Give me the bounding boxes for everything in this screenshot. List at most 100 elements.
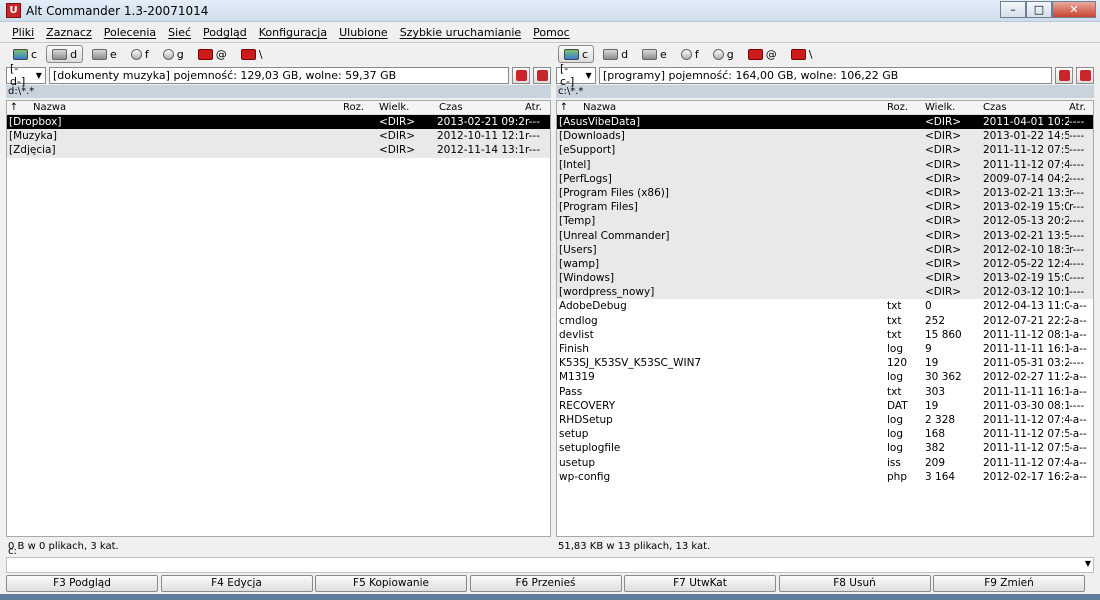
drive-button[interactable]: f [126,45,154,63]
file-size: <DIR> [925,116,962,128]
column-time[interactable]: Czas [979,101,1069,114]
file-row[interactable]: cmdlog txt 252 2012-07-21 22:22 -a-- [557,314,1093,328]
file-row[interactable]: [PerfLogs] <DIR> 2009-07-14 04:20 ---- [557,171,1093,186]
file-row[interactable]: Finish log 9 2011-11-11 16:10 -a-- [557,342,1093,356]
column-attr[interactable]: Atr. [1069,101,1093,114]
file-row[interactable]: [Muzyka] <DIR> 2012-10-11 12:19 r--- [7,129,550,144]
file-row[interactable]: wp-config php 3 164 2012-02-17 16:23 -a-- [557,470,1093,484]
sort-indicator[interactable]: ↑ [7,101,21,114]
chevron-down-icon: ▼ [585,70,592,80]
drive-button[interactable]: d [46,45,84,63]
file-row[interactable]: [eSupport] <DIR> 2011-11-12 07:56 ---- [557,143,1093,158]
drive-button[interactable]: \ [236,45,268,63]
drive-button[interactable]: \ [786,45,818,63]
column-size[interactable]: Wielk. [379,101,433,114]
drive-label: f [144,47,149,61]
column-name[interactable]: Nazwa [21,101,343,114]
history-button[interactable] [533,66,551,84]
file-row[interactable]: devlist txt 15 860 2011-11-12 08:10 -a-- [557,328,1093,342]
path-bar: [-d-] ▼ [dokumenty muzyka] pojemność: 12… [6,62,551,88]
file-row[interactable]: [Users] <DIR> 2012-02-10 18:35 r--- [557,242,1093,257]
function-key-button[interactable]: F9 Zmień [933,575,1085,592]
file-ext: txt [887,314,902,327]
sort-indicator[interactable]: ↑ [557,101,571,114]
function-key-button[interactable]: F6 Przenieś [469,575,622,592]
file-ext [887,285,925,299]
chevron-down-icon[interactable]: ▼ [1085,559,1091,568]
file-list[interactable]: ↑ Nazwa Roz. Wielk. Czas Atr. [AsusVibeD… [556,100,1094,537]
column-size[interactable]: Wielk. [925,101,979,114]
menu-item[interactable]: Polecenia [98,23,162,42]
menu-item[interactable]: Szybkie uruchamianie [394,23,527,42]
file-row[interactable]: [Dropbox] <DIR> 2013-02-21 09:26 r--- [7,115,550,130]
file-row[interactable]: [wordpress_nowy] <DIR> 2012-03-12 10:14 ---… [557,285,1093,300]
function-key-button[interactable]: F4 Edycja [160,575,313,592]
file-size: <DIR> [925,257,962,270]
file-row[interactable]: [AsusVibeData] <DIR> 2011-04-01 10:22 ---- [557,115,1093,130]
menu-item[interactable]: Ulubione [333,23,394,42]
menu-item[interactable]: Sieć [162,23,197,42]
column-ext[interactable]: Roz. [887,101,925,114]
favorites-button[interactable] [512,66,530,84]
close-button[interactable]: ✕ [1052,1,1096,18]
file-time: 2012-07-21 22:22 [983,314,1069,327]
drive-combo[interactable]: [-d-] ▼ [6,62,46,88]
file-size: <DIR> [925,272,962,285]
optical-drive-icon [130,48,142,60]
command-line-input[interactable]: ▼ [6,557,1094,573]
file-row[interactable]: [Program Files (x86)] <DIR> 2013-02-21 13:… [557,185,1093,201]
file-row[interactable]: [wamp] <DIR> 2012-05-22 12:47 ---- [557,256,1093,272]
file-row[interactable]: setuplogfile log 382 2011-11-12 07:56 -a-- [557,441,1093,455]
file-attr: -a-- [1069,470,1087,483]
drive-button[interactable]: d [598,45,633,63]
file-row[interactable]: [Intel] <DIR> 2011-11-12 07:43 ---- [557,157,1093,172]
menu-item[interactable]: Zaznacz [40,23,98,42]
column-time[interactable]: Czas [433,101,525,114]
file-row[interactable]: RHDSetup log 2 328 2011-11-12 07:46 -a-- [557,413,1093,427]
history-button[interactable] [1076,66,1094,84]
drive-button[interactable]: g [708,45,739,63]
drive-button[interactable]: f [676,45,704,63]
drive-button[interactable]: @ [193,45,232,63]
minimize-button[interactable]: – [1000,1,1026,18]
column-attr[interactable]: Atr. [525,101,549,114]
file-attr: r--- [1069,186,1085,199]
menu-item[interactable]: Pliki [6,23,40,42]
file-row[interactable]: M1319 log 30 362 2012-02-27 11:26 -a-- [557,370,1093,384]
file-row[interactable]: setup log 168 2011-11-12 07:54 -a-- [557,427,1093,441]
drive-button[interactable]: c [8,45,42,63]
file-ext: log [887,343,904,355]
menu-item[interactable]: Pomoc [527,23,575,42]
drive-combo[interactable]: [-c-] ▼ [556,62,596,88]
file-row[interactable]: [Zdjęcia] <DIR> 2012-11-14 13:11 r--- [7,143,550,158]
function-key-button[interactable]: F8 Usuń [778,575,931,592]
drive-button[interactable]: e [637,45,672,63]
column-ext[interactable]: Roz. [343,101,379,114]
drive-button[interactable]: @ [743,45,782,63]
file-ext [343,129,379,143]
column-name[interactable]: Nazwa [571,101,887,114]
drive-button[interactable]: g [158,45,189,63]
function-key-button[interactable]: F5 Kopiowanie [315,575,467,592]
file-row[interactable]: usetup iss 209 2011-11-12 07:48 -a-- [557,456,1093,470]
file-ext: txt [887,385,902,398]
maximize-button[interactable]: □ [1026,1,1052,18]
file-row[interactable]: Pass txt 303 2011-11-11 16:11 -a-- [557,385,1093,399]
file-row[interactable]: AdobeDebug txt 0 2012-04-13 11:01 -a-- [557,299,1093,313]
drive-button[interactable]: c [558,45,595,63]
function-key-button[interactable]: F3 Podgląd [6,575,158,592]
favorites-button[interactable] [1055,66,1073,84]
file-size: 0 [925,300,932,313]
file-row[interactable]: K53SJ_K53SV_K53SC_WIN7 120 19 2011-05-31 03… [557,356,1093,370]
menu-item[interactable]: Konfiguracja [253,23,333,42]
file-list[interactable]: ↑ Nazwa Roz. Wielk. Czas Atr. [Dropbox] <… [6,100,551,537]
drive-button[interactable]: e [87,45,122,63]
file-row[interactable]: [Downloads] <DIR> 2013-01-22 14:57 ---- [557,129,1093,144]
menu-item[interactable]: Podgląd [197,23,253,42]
file-row[interactable]: [Program Files] <DIR> 2013-02-19 15:04 r--- [557,200,1093,215]
file-row[interactable]: [Unreal Commander] <DIR> 2013-02-21 13:52-… [557,228,1093,243]
file-row[interactable]: [Windows] <DIR> 2013-02-19 15:08 ---- [557,271,1093,286]
function-key-button[interactable]: F7 UtwKat [624,575,776,592]
file-row[interactable]: RECOVERY DAT 19 2011-03-30 08:12 ---- [557,399,1093,413]
file-row[interactable]: [Temp] <DIR> 2012-05-13 20:26 ---- [557,214,1093,229]
